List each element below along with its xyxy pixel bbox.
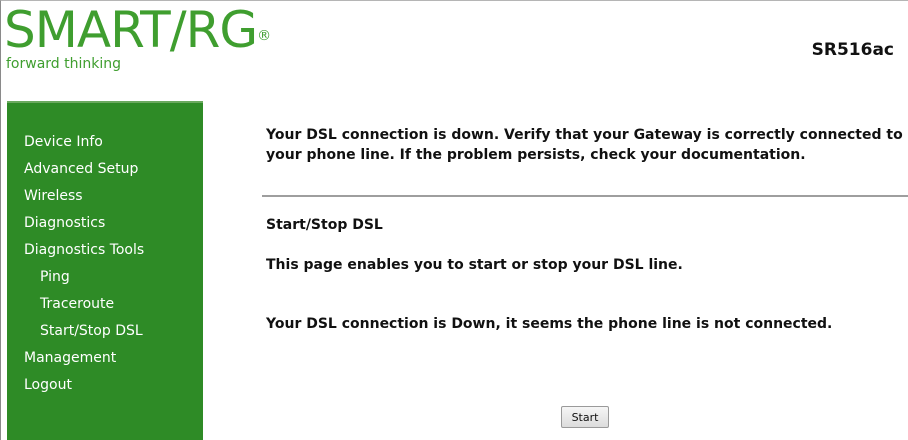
sidebar-item-logout[interactable]: Logout (7, 372, 203, 399)
sidebar-item-advanced-setup[interactable]: Advanced Setup (7, 156, 203, 183)
page-description: This page enables you to start or stop y… (266, 257, 683, 273)
logo: SMART/RG® forward thinking (4, 1, 271, 72)
sidebar-item-ping[interactable]: Ping (7, 264, 203, 291)
logo-wordmark: SMART/RG® (4, 1, 271, 59)
sidebar-item-traceroute[interactable]: Traceroute (7, 291, 203, 318)
sidebar-nav: Device Info Advanced Setup Wireless Diag… (7, 101, 203, 440)
sidebar-item-start-stop-dsl[interactable]: Start/Stop DSL (7, 318, 203, 345)
sidebar-item-diagnostics-tools[interactable]: Diagnostics Tools (7, 237, 203, 264)
start-button[interactable]: Start (561, 406, 609, 428)
registered-mark: ® (257, 28, 271, 44)
model-name: SR516ac (811, 40, 894, 60)
page-title: Start/Stop DSL (266, 217, 383, 233)
sidebar-item-device-info[interactable]: Device Info (7, 129, 203, 156)
header: SMART/RG® forward thinking SR516ac (0, 0, 908, 96)
divider (262, 195, 908, 197)
sidebar-item-management[interactable]: Management (7, 345, 203, 372)
dsl-status-text: Your DSL connection is Down, it seems th… (266, 316, 833, 332)
sidebar-item-diagnostics[interactable]: Diagnostics (7, 210, 203, 237)
dsl-down-warning: Your DSL connection is down. Verify that… (266, 127, 903, 163)
sidebar-item-wireless[interactable]: Wireless (7, 183, 203, 210)
